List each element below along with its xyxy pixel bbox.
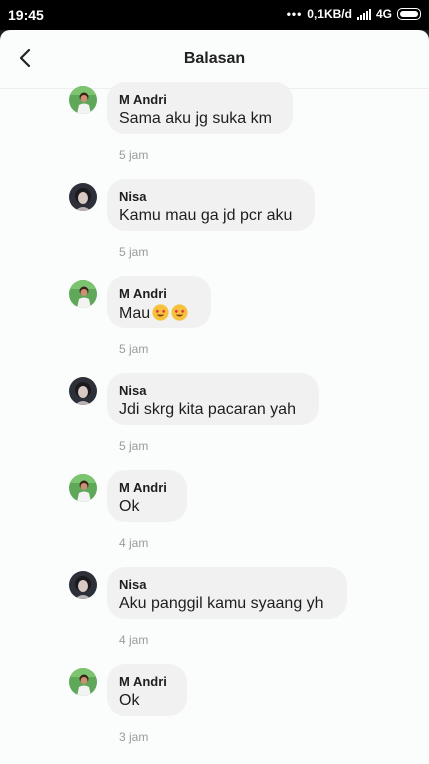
message-bubble[interactable]: M Andri Sama aku jg suka km [107,82,293,134]
message-bubble[interactable]: M Andri Ok [107,664,187,716]
sender-name[interactable]: M Andri [119,480,167,495]
sender-name[interactable]: Nisa [119,383,146,398]
network-speed: 0,1KB/d [307,7,352,21]
avatar-m-andri[interactable] [69,668,97,696]
status-time: 19:45 [8,7,44,23]
message-text: Ok [119,692,140,709]
battery-icon [397,8,421,20]
avatar-nisa[interactable] [69,183,97,211]
message-bubble[interactable]: M Andri Ok [107,470,187,522]
reply-item: M Andri Ok 3 jam [0,664,429,764]
more-dots-icon: ••• [286,7,303,21]
sender-name[interactable]: Nisa [119,577,146,592]
timestamp: 5 jam [119,342,149,356]
message-text: Mau [119,304,188,323]
reply-item: Nisa Aku panggil kamu syaang yh 4 jam [0,567,429,668]
reply-item: M Andri Mau 5 jam [0,276,429,377]
timestamp: 5 jam [119,148,149,162]
message-text: Ok [119,498,140,515]
sender-name[interactable]: M Andri [119,286,167,301]
sender-name[interactable]: M Andri [119,674,167,689]
avatar-nisa[interactable] [69,571,97,599]
message-text: Jdi skrg kita pacaran yah [119,401,296,418]
reply-item: Nisa Jdi skrg kita pacaran yah 5 jam [0,373,429,474]
avatar-m-andri[interactable] [69,280,97,308]
message-text: Kamu mau ga jd pcr aku [119,207,293,224]
status-indicators: ••• 0,1KB/d 4G [287,7,421,21]
replies-sheet: Balasan M Andri Sama aku jg suka km 5 ja… [0,30,429,764]
header: Balasan [0,30,429,89]
sender-name[interactable]: M Andri [119,92,167,107]
heart-eyes-emoji [152,304,169,321]
sender-name[interactable]: Nisa [119,189,146,204]
avatar-m-andri[interactable] [69,86,97,114]
reply-item: Nisa Kamu mau ga jd pcr aku 5 jam [0,179,429,280]
page-title: Balasan [183,50,246,67]
timestamp: 5 jam [119,245,149,259]
message-bubble[interactable]: M Andri Mau [107,276,211,328]
network-type: 4G [375,7,392,21]
timestamp: 3 jam [119,730,149,744]
timestamp: 4 jam [119,536,149,550]
heart-eyes-emoji [171,304,188,321]
avatar-m-andri[interactable] [69,474,97,502]
reply-item: M Andri Ok 4 jam [0,470,429,571]
message-bubble[interactable]: Nisa Jdi skrg kita pacaran yah [107,373,319,425]
avatar-nisa[interactable] [69,377,97,405]
reply-item: M Andri Sama aku jg suka km 5 jam [0,82,429,183]
message-bubble[interactable]: Nisa Aku panggil kamu syaang yh [107,567,347,619]
status-bar: 19:45 ••• 0,1KB/d 4G [0,0,429,30]
timestamp: 4 jam [119,633,149,647]
message-text: Aku panggil kamu syaang yh [119,595,324,612]
signal-icon [356,8,371,20]
message-text: Sama aku jg suka km [119,110,272,127]
timestamp: 5 jam [119,439,149,453]
message-bubble[interactable]: Nisa Kamu mau ga jd pcr aku [107,179,315,231]
